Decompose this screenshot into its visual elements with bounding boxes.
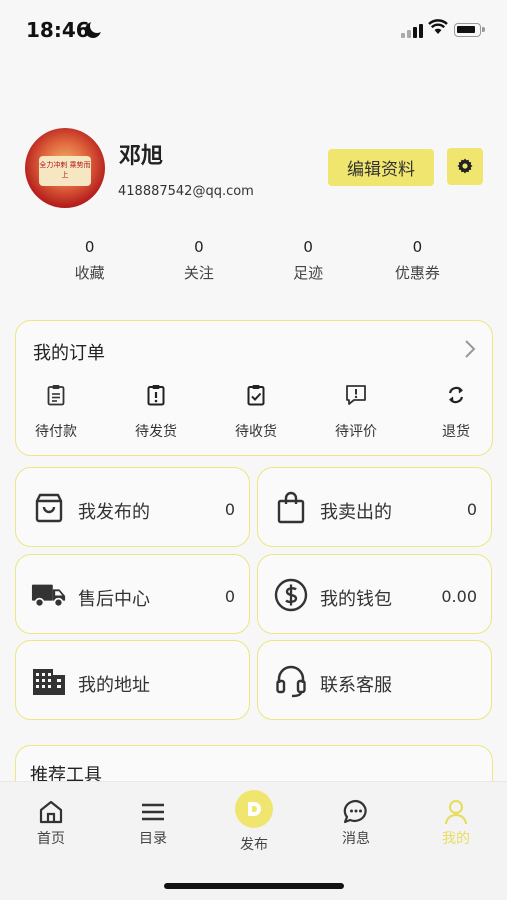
comment-alert-icon <box>346 385 366 405</box>
menu-icon <box>142 803 164 821</box>
status-time: 18:46 <box>26 18 90 42</box>
tile-my-sold[interactable]: 我卖出的 0 <box>257 467 492 547</box>
stat-value: 0 <box>194 238 204 256</box>
user-icon <box>444 799 468 825</box>
headset-icon <box>276 665 306 698</box>
stat-label: 足迹 <box>293 264 324 282</box>
status-bar: 18:46 <box>0 0 507 60</box>
stat-label: 优惠券 <box>394 264 440 282</box>
publish-icon <box>248 802 261 816</box>
chat-icon <box>343 799 367 824</box>
tile-customer-service[interactable]: 联系客服 <box>257 640 492 720</box>
stat-coupons[interactable]: 0 优惠券 <box>363 238 472 283</box>
tile-my-address[interactable]: 我的地址 <box>15 640 250 720</box>
tile-value: 0 <box>466 500 477 519</box>
tile-label: 联系客服 <box>320 675 392 696</box>
order-pending-review[interactable]: 待评价 <box>333 381 379 441</box>
tile-after-sales[interactable]: 售后中心 0 <box>15 554 250 634</box>
order-label: 待付款 <box>35 424 77 440</box>
order-pending-shipment[interactable]: 待发货 <box>133 381 179 441</box>
tile-label: 我的地址 <box>78 675 150 696</box>
user-name: 邓旭 <box>119 144 164 169</box>
order-pending-payment[interactable]: 待付款 <box>33 381 79 441</box>
avatar[interactable]: 全力冲刺 乘势而上 <box>25 128 105 208</box>
tab-label: 发布 <box>240 837 268 853</box>
order-label: 待发货 <box>135 424 177 440</box>
clipboard-icon <box>47 385 65 406</box>
order-returns[interactable]: 退货 <box>433 381 479 441</box>
tile-label: 我卖出的 <box>320 502 392 523</box>
stat-value: 0 <box>303 238 313 256</box>
order-pending-receipt[interactable]: 待收货 <box>233 381 279 441</box>
tile-label: 我的钱包 <box>320 589 392 610</box>
clipboard-alert-icon <box>147 385 165 406</box>
user-email: 418887542@qq.com <box>118 184 254 199</box>
tile-label: 售后中心 <box>78 589 150 610</box>
tile-value: 0 <box>224 587 235 606</box>
order-label: 待收货 <box>235 424 277 440</box>
refresh-icon <box>448 386 464 404</box>
my-orders-card: 我的订单 待付款 待发货 待收货 待评价 退货 <box>15 320 493 456</box>
tab-catalog[interactable]: 目录 <box>118 798 188 848</box>
tab-label: 我的 <box>442 831 470 847</box>
tab-home[interactable]: 首页 <box>16 798 86 848</box>
stat-following[interactable]: 0 关注 <box>144 238 253 283</box>
tab-mine[interactable]: 我的 <box>421 798 491 848</box>
profile-header: 全力冲刺 乘势而上 邓旭 418887542@qq.com 编辑资料 <box>0 126 507 216</box>
wifi-icon <box>428 19 448 34</box>
tab-publish[interactable]: 发布 <box>219 790 289 854</box>
shopping-bag-icon <box>35 493 63 523</box>
tile-label: 我发布的 <box>78 502 150 523</box>
truck-icon <box>31 584 66 608</box>
tab-messages[interactable]: 消息 <box>321 798 391 848</box>
tab-label: 首页 <box>37 831 65 847</box>
tile-value: 0.00 <box>441 587 477 606</box>
stat-value: 0 <box>412 238 423 256</box>
clipboard-check-icon <box>247 385 265 406</box>
chevron-right-icon[interactable] <box>464 339 476 359</box>
stat-label: 关注 <box>183 264 214 282</box>
stat-label: 收藏 <box>74 264 105 282</box>
home-icon <box>39 800 63 824</box>
building-icon <box>33 669 65 695</box>
orders-title[interactable]: 我的订单 <box>33 339 105 365</box>
tab-label: 消息 <box>342 831 370 847</box>
moon-icon <box>85 19 104 38</box>
publish-button[interactable] <box>235 790 273 828</box>
tile-value: 0 <box>224 500 235 519</box>
tile-my-wallet[interactable]: 我的钱包 0.00 <box>257 554 492 634</box>
tab-label: 目录 <box>139 831 167 847</box>
shopping-bag-icon <box>277 491 305 524</box>
order-label: 退货 <box>442 424 470 440</box>
stat-footprints[interactable]: 0 足迹 <box>254 238 363 283</box>
settings-button[interactable] <box>447 148 483 185</box>
stats-row: 0 收藏 0 关注 0 足迹 0 优惠券 <box>0 238 507 283</box>
order-label: 待评价 <box>335 424 377 440</box>
stat-value: 0 <box>84 238 95 256</box>
edit-profile-button[interactable]: 编辑资料 <box>328 149 434 186</box>
order-status-row: 待付款 待发货 待收货 待评价 退货 <box>16 381 494 441</box>
avatar-badge-text: 全力冲刺 乘势而上 <box>39 156 91 186</box>
tile-my-published[interactable]: 我发布的 0 <box>15 467 250 547</box>
signal-icon <box>401 22 423 38</box>
home-indicator <box>164 883 344 889</box>
dollar-icon <box>274 578 308 612</box>
gear-icon <box>457 158 473 174</box>
stat-favorites[interactable]: 0 收藏 <box>35 238 144 283</box>
battery-icon <box>454 23 485 37</box>
